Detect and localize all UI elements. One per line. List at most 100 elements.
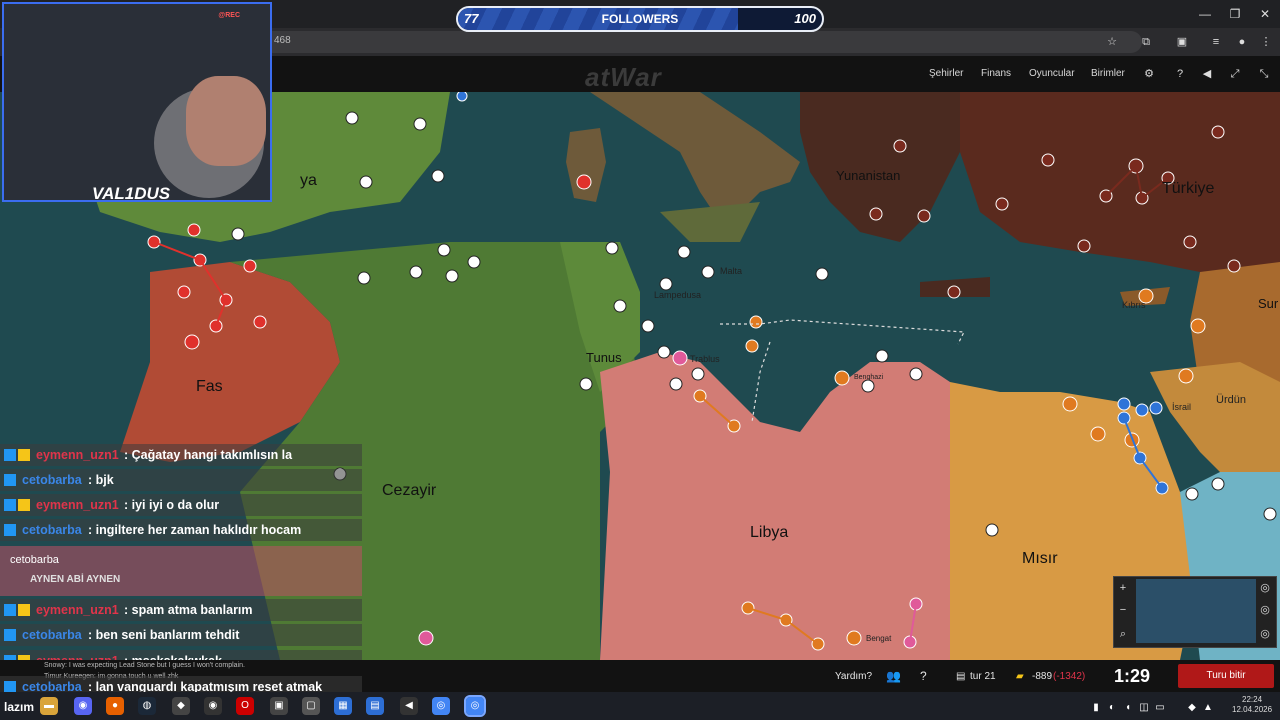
map-label-tunisia: Tunus: [586, 350, 622, 365]
game-logo: atWar: [585, 62, 662, 92]
map-label-benghazi: Benghazi: [854, 374, 884, 381]
volume-icon[interactable]: ◖: [1122, 699, 1134, 713]
followers-goal-bar: 77 FOLLOWERS 100: [456, 6, 824, 32]
app-icon[interactable]: ▢: [302, 697, 320, 715]
help-link[interactable]: Yardım?: [835, 671, 872, 682]
zoom-out-icon[interactable]: −: [1115, 602, 1131, 618]
gold-delta: (-1342): [1053, 671, 1086, 682]
chat-username: eymenn_uzn1: [36, 498, 119, 512]
gold-icon: ▰: [1016, 671, 1024, 682]
obs-icon[interactable]: ◉: [204, 697, 222, 715]
clock-time: 22:24: [1242, 695, 1263, 704]
map-label-spain: ya: [300, 172, 317, 189]
browser-menu-icon[interactable]: ⋮: [1258, 34, 1274, 50]
turn-icon: ▤: [956, 671, 966, 682]
question-icon[interactable]: ?: [920, 669, 927, 683]
team-icon[interactable]: 👥: [886, 669, 901, 683]
app-icon[interactable]: ▣: [270, 697, 288, 715]
followers-goal: 100: [794, 11, 816, 26]
maximize-button[interactable]: ❐: [1226, 6, 1244, 22]
minimap[interactable]: [1113, 576, 1277, 648]
shield-icon[interactable]: ◆: [172, 697, 190, 715]
speaker-icon[interactable]: ◐: [1106, 699, 1118, 713]
sound-icon[interactable]: ◀: [1199, 66, 1215, 82]
followers-label: FOLLOWERS: [601, 12, 679, 26]
search-icon[interactable]: ⌕: [1115, 626, 1131, 642]
highlight-username: cetobarba: [10, 554, 59, 566]
network-icon[interactable]: ◫: [1138, 699, 1150, 713]
chat-username: cetobarba: [22, 523, 82, 537]
map-label-egypt: Mısır: [1022, 550, 1058, 567]
map-label-malta: Malta: [720, 266, 743, 276]
chat-highlight: cetobarba AYNEN ABİ AYNEN: [0, 546, 362, 596]
chat-username: cetobarba: [22, 473, 82, 487]
app-icon[interactable]: ◀: [400, 697, 418, 715]
expand-icon[interactable]: ⤡: [1256, 66, 1272, 82]
settings-gear-icon[interactable]: ⚙: [1141, 66, 1157, 82]
fullscreen-icon[interactable]: ⤢: [1227, 66, 1243, 82]
file-explorer-icon[interactable]: ▬: [40, 697, 58, 715]
crown-badge-icon: [18, 604, 30, 616]
minimize-button[interactable]: —: [1196, 6, 1214, 22]
target-white-icon[interactable]: ◎: [1257, 580, 1273, 596]
nav-cities[interactable]: Şehirler: [929, 68, 963, 79]
map-label-turkey: Türkiye: [1162, 180, 1215, 197]
help-icon[interactable]: ?: [1172, 66, 1188, 82]
nav-finance[interactable]: Finans: [981, 68, 1011, 79]
turn-counter: tur 21: [970, 671, 996, 682]
chat-username: eymenn_uzn1: [36, 448, 119, 462]
tab-search-icon[interactable]: ▣: [1174, 34, 1190, 50]
media-icon[interactable]: ≡: [1208, 34, 1224, 50]
minimap-world[interactable]: [1136, 579, 1256, 643]
webcam-overlay: @REC: [2, 2, 272, 202]
chat-username: cetobarba: [22, 628, 82, 642]
opera-icon[interactable]: O: [236, 697, 254, 715]
tray-icon[interactable]: ▲: [1202, 699, 1214, 713]
map-label-tripoli: Trablus: [690, 354, 720, 364]
address-bar[interactable]: [262, 31, 1142, 53]
steam-icon[interactable]: ◍: [138, 697, 156, 715]
map-label-israel: İsrail: [1172, 402, 1192, 412]
map-label-syria: Sur: [1258, 296, 1279, 311]
end-turn-button[interactable]: Turu bitir: [1178, 664, 1274, 688]
chat-text: : Çağatay hangi takımlısın la: [124, 448, 293, 462]
os-taskbar: [0, 692, 1280, 720]
target-yellow-icon[interactable]: ◎: [1257, 626, 1273, 642]
chat-text: : iyi iyi o da olur: [124, 498, 220, 512]
nav-players[interactable]: Oyuncular: [1029, 68, 1075, 79]
mic-icon[interactable]: ▮: [1090, 699, 1102, 713]
chat-text: : bjk: [88, 473, 114, 487]
ghost-chat-line: Snowy: I was expecting Lead Stone but I …: [44, 662, 245, 669]
app-icon[interactable]: ▦: [334, 697, 352, 715]
highlight-text: AYNEN ABİ AYNEN: [30, 574, 121, 585]
chat-text: : ingiltere her zaman haklıdır hocam: [88, 523, 302, 537]
tray-icon[interactable]: ◆: [1186, 699, 1198, 713]
chat-text: : ben seni banlarım tehdit: [88, 628, 240, 642]
chat-text: : spam atma banlarım: [124, 603, 253, 617]
extensions-icon[interactable]: ⧉: [1138, 34, 1154, 50]
gold-value: -889: [1032, 671, 1053, 682]
partner-badge-icon: [4, 629, 16, 641]
system-clock[interactable]: 22:24 12.04.2026: [1232, 695, 1272, 715]
app-icon[interactable]: ▤: [366, 697, 384, 715]
discord-icon[interactable]: ◉: [74, 697, 92, 715]
turn-timer: 1:29: [1114, 666, 1151, 686]
zoom-in-icon[interactable]: +: [1115, 580, 1131, 596]
chrome-active-icon[interactable]: ◎: [464, 695, 486, 717]
partner-badge-icon: [4, 449, 16, 461]
partner-badge-icon: [4, 604, 16, 616]
display-icon[interactable]: ▭: [1154, 699, 1166, 713]
firefox-icon[interactable]: ●: [106, 697, 124, 715]
url-text: 468: [274, 35, 291, 46]
profile-avatar-icon[interactable]: ●: [1234, 34, 1250, 50]
target-blue-icon[interactable]: ◎: [1257, 602, 1273, 618]
close-button[interactable]: ✕: [1256, 6, 1274, 22]
bookmark-star-icon[interactable]: ☆: [1104, 34, 1120, 50]
map-label-morocco: Fas: [196, 378, 223, 395]
map-label-bengat: Bengat: [866, 634, 892, 643]
map-label-greece: Yunanistan: [836, 168, 901, 183]
chrome-icon[interactable]: ◎: [432, 697, 450, 715]
nav-units[interactable]: Birimler: [1091, 68, 1125, 79]
map-label-libya: Libya: [750, 524, 789, 541]
crown-badge-icon: [18, 499, 30, 511]
